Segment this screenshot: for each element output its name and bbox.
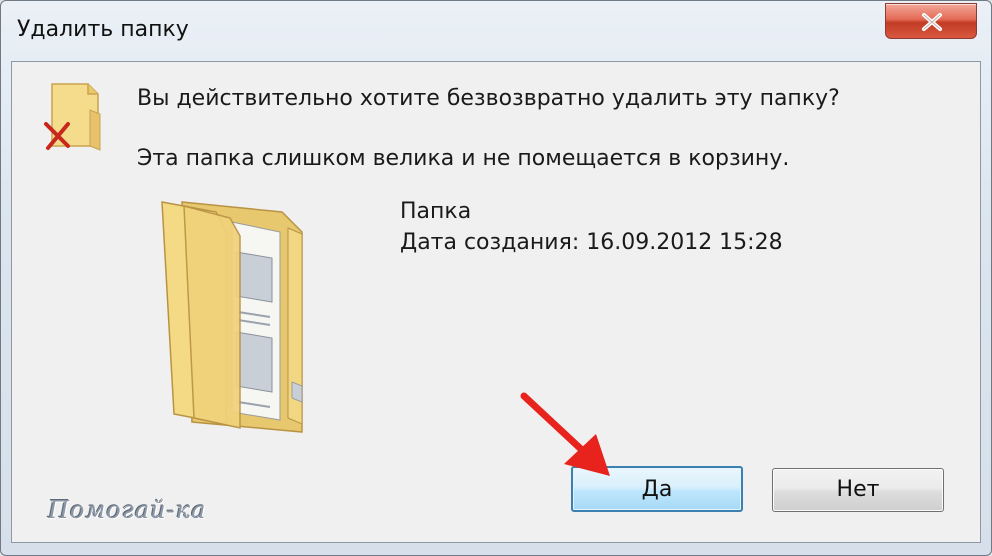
no-button[interactable]: Нет <box>772 468 944 512</box>
confirm-question: Вы действительно хотите безвозвратно уда… <box>137 86 840 111</box>
dialog-content: Вы действительно хотите безвозвратно уда… <box>11 61 981 543</box>
info-message: Эта папка слишком велика и не помещается… <box>137 146 790 171</box>
item-date-created: Дата создания: 16.09.2012 15:28 <box>400 230 783 255</box>
open-folder-icon <box>161 201 303 433</box>
close-button[interactable] <box>885 3 977 39</box>
window-title: Удалить папку <box>17 17 189 42</box>
folder-delete-icon <box>44 83 101 151</box>
watermark-text: Помогай-ка <box>48 496 207 524</box>
title-bar[interactable]: Удалить папку <box>1 1 991 63</box>
close-icon <box>922 13 942 31</box>
item-name: Папка <box>400 199 472 224</box>
delete-folder-dialog: Удалить папку Вы действительно хотите бе… <box>0 0 992 556</box>
red-arrow-icon <box>520 392 610 476</box>
